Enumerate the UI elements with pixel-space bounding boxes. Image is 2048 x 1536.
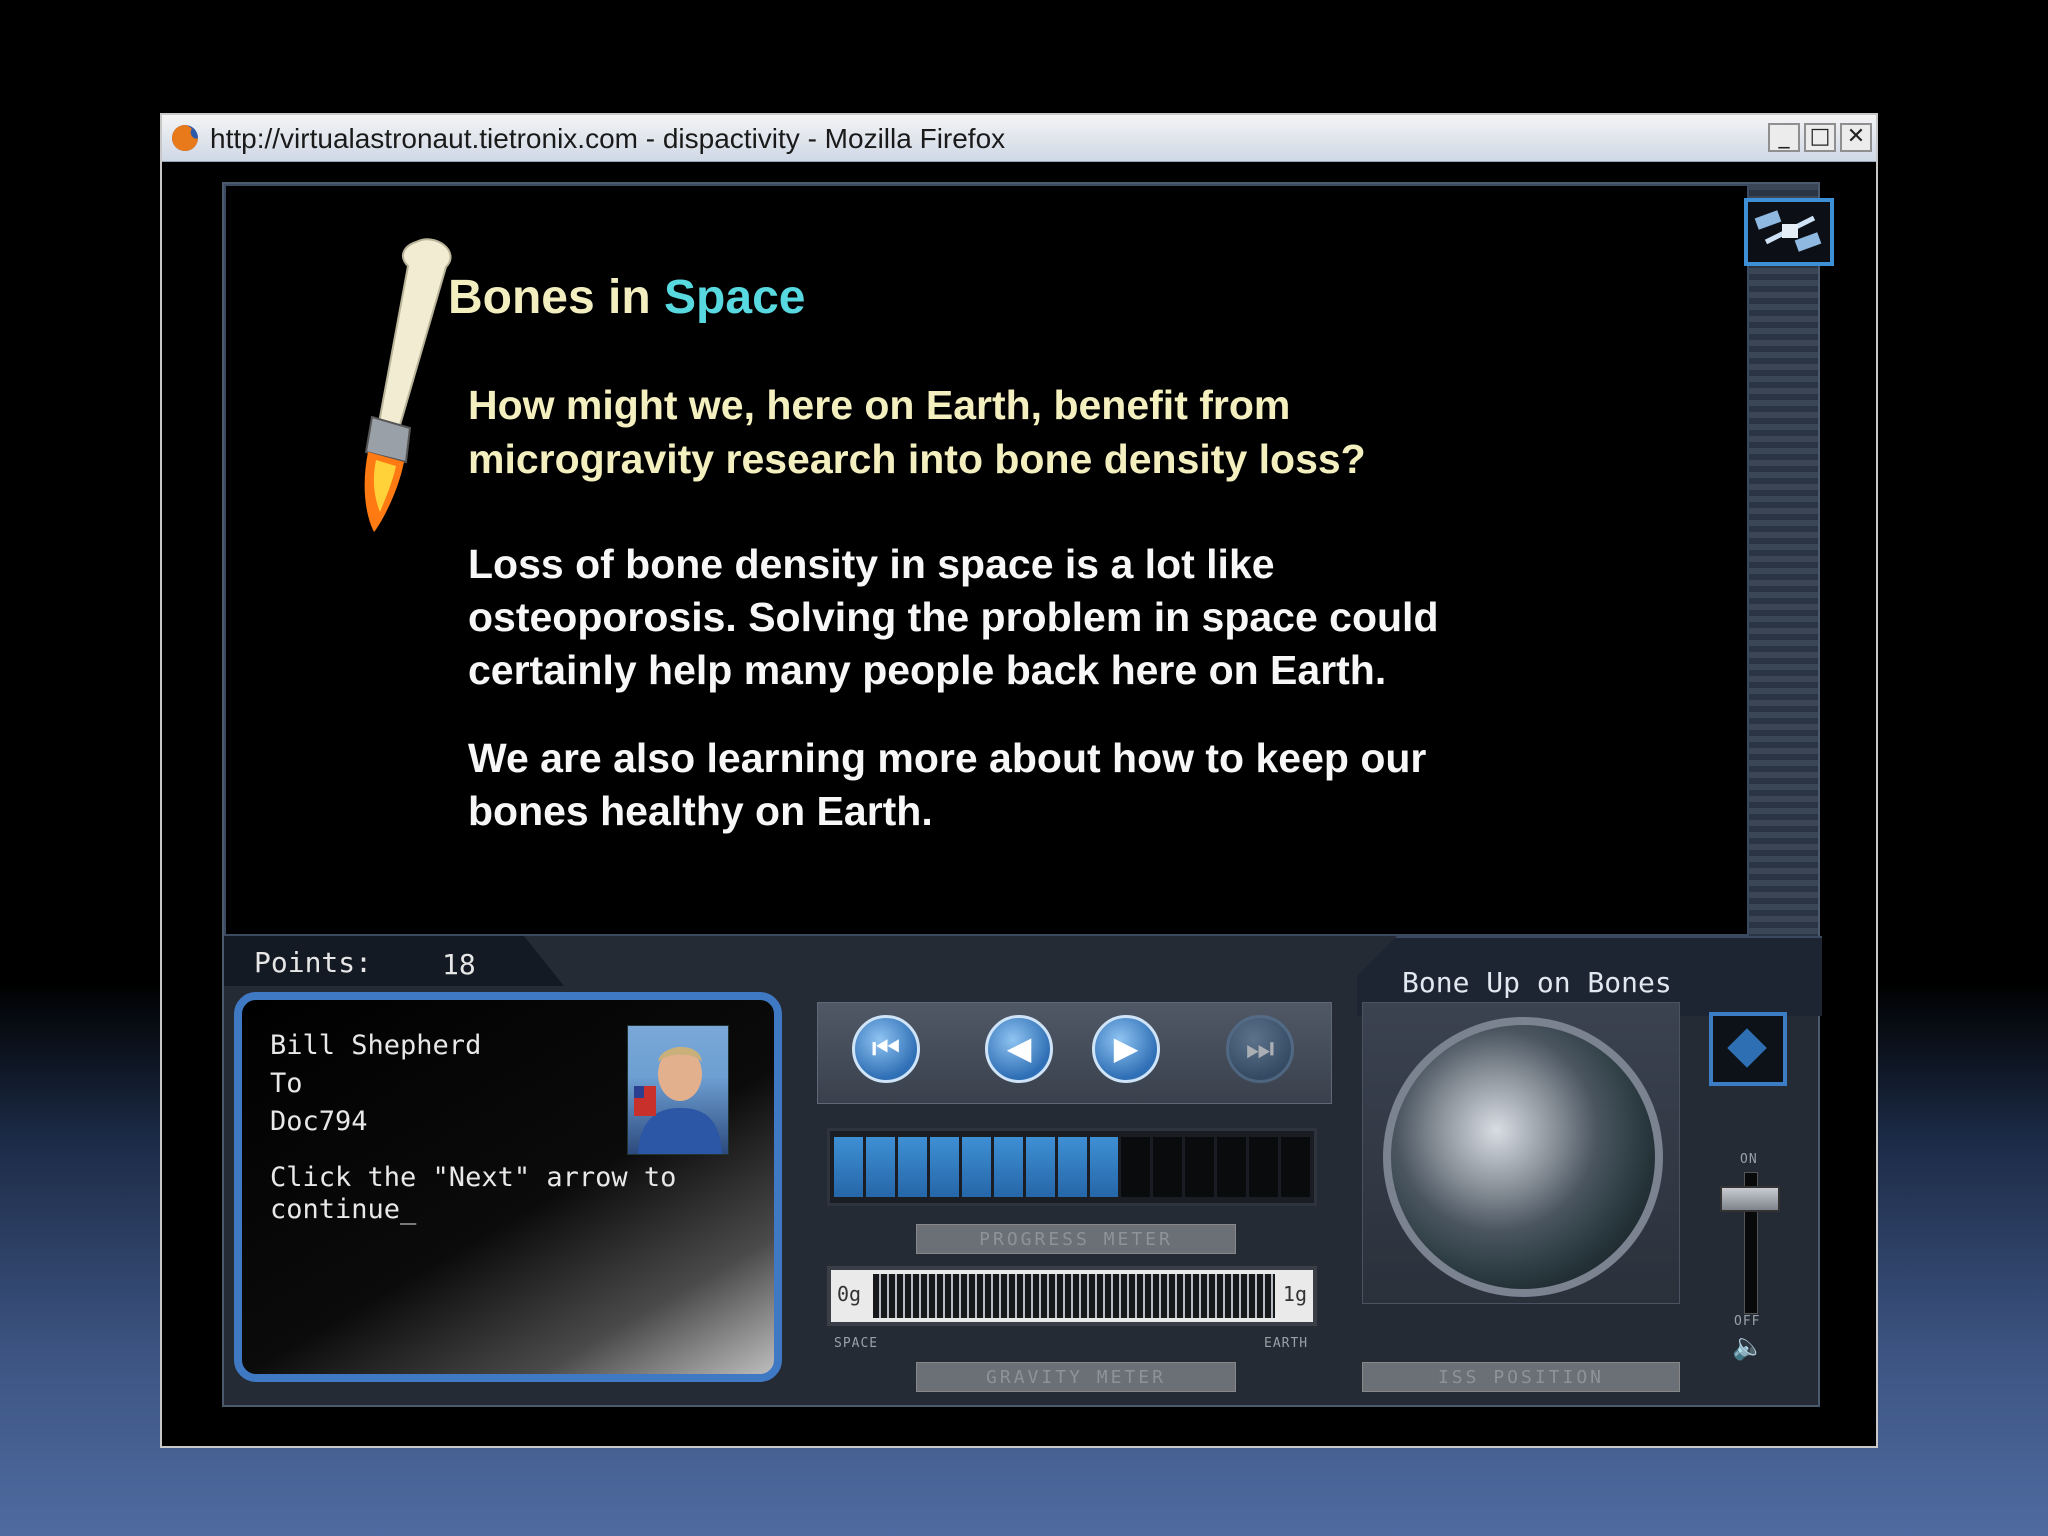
bone-rocket-icon [364, 238, 452, 532]
iss-position-display [1362, 1002, 1680, 1304]
progress-segment [993, 1137, 1023, 1197]
gravity-max-label: 1g [1282, 1282, 1307, 1306]
progress-meter-label: PROGRESS METER [916, 1224, 1236, 1254]
points-label: Points: [254, 946, 373, 979]
progress-meter [827, 1128, 1317, 1206]
speaker-icon[interactable]: 🔈 [1732, 1332, 1764, 1362]
browser-viewport: Bones in Space How might we, here on Ear… [162, 162, 1876, 1446]
volume-on-label: ON [1740, 1152, 1758, 1167]
next-button[interactable]: ▶ [1092, 1015, 1160, 1083]
lesson-paragraph-2: We are also learning more about how to k… [468, 735, 1427, 834]
progress-segment [1249, 1137, 1279, 1197]
progress-segment [1217, 1137, 1247, 1197]
message-body-line-1: Click the "Next" arrow to [270, 1162, 677, 1193]
right-sidebar-strip [1749, 184, 1818, 936]
browser-window: http://virtualastronaut.tietronix.com - … [160, 113, 1878, 1448]
minimize-button[interactable]: _ [1768, 123, 1800, 152]
progress-segment [1025, 1137, 1055, 1197]
lesson-heading: Bones in Space [448, 270, 805, 325]
progress-segment [1121, 1137, 1151, 1197]
title-bar[interactable]: http://virtualastronaut.tietronix.com - … [162, 115, 1876, 162]
diamond-icon [1727, 1028, 1767, 1068]
message-to: Doc794 [270, 1106, 368, 1137]
iss-position-label: ISS POSITION [1362, 1362, 1680, 1392]
points-value: 18 [442, 948, 476, 981]
astronaut-portrait [634, 1046, 722, 1154]
progress-segment [897, 1137, 927, 1197]
progress-segment [1153, 1137, 1183, 1197]
gravity-earth-caption: EARTH [1264, 1336, 1309, 1351]
volume-slider-thumb[interactable] [1720, 1186, 1780, 1212]
progress-segment [1185, 1137, 1215, 1197]
window-title: http://virtualastronaut.tietronix.com - … [210, 123, 1006, 154]
gravity-meter-label: GRAVITY METER [916, 1362, 1236, 1392]
mission-name: Bone Up on Bones [1402, 966, 1672, 999]
side-toggle-button[interactable] [1709, 1012, 1787, 1086]
progress-segment [1089, 1137, 1119, 1197]
lesson-question: How might we, here on Earth, benefit fro… [468, 382, 1366, 482]
message-to-label: To [270, 1068, 303, 1099]
navigation-panel: ⏮ ◀ ▶ ⏭ [817, 1002, 1332, 1104]
progress-segment [834, 1137, 863, 1197]
back-button[interactable]: ◀ [985, 1015, 1053, 1083]
heading-accent-text: Space [664, 271, 806, 324]
message-from: Bill Shepherd [270, 1030, 482, 1061]
progress-segment [865, 1137, 895, 1197]
lesson-content: Bones in Space How might we, here on Ear… [224, 184, 1749, 936]
activity-app: Bones in Space How might we, here on Ear… [222, 182, 1834, 1407]
progress-segment [961, 1137, 991, 1197]
maximize-button[interactable]: □ [1804, 123, 1836, 152]
avatar [627, 1025, 729, 1155]
iss-button[interactable] [1744, 198, 1834, 266]
message-panel: Bill Shepherd To Doc794 Click the "Next"… [234, 992, 782, 1382]
close-button[interactable]: ✕ [1840, 123, 1872, 152]
message-body-line-2: continue_ [270, 1194, 417, 1225]
last-page-button[interactable]: ⏭ [1226, 1015, 1294, 1083]
gravity-meter: 0g 1g [827, 1266, 1317, 1326]
iss-station-icon [1754, 210, 1822, 252]
earth-globe [1383, 1017, 1663, 1297]
progress-segment [929, 1137, 959, 1197]
first-page-button[interactable]: ⏮ [852, 1015, 920, 1083]
progress-segment [1281, 1137, 1311, 1197]
heading-text: Bones in [448, 271, 665, 324]
gravity-min-label: 0g [837, 1282, 862, 1306]
firefox-icon [172, 125, 198, 151]
lesson-paragraph-1: Loss of bone density in space is a lot l… [468, 541, 1439, 693]
gravity-space-caption: SPACE [834, 1336, 879, 1351]
progress-segment [1057, 1137, 1087, 1197]
volume-off-label: OFF [1734, 1314, 1761, 1329]
gravity-scale [873, 1274, 1275, 1318]
